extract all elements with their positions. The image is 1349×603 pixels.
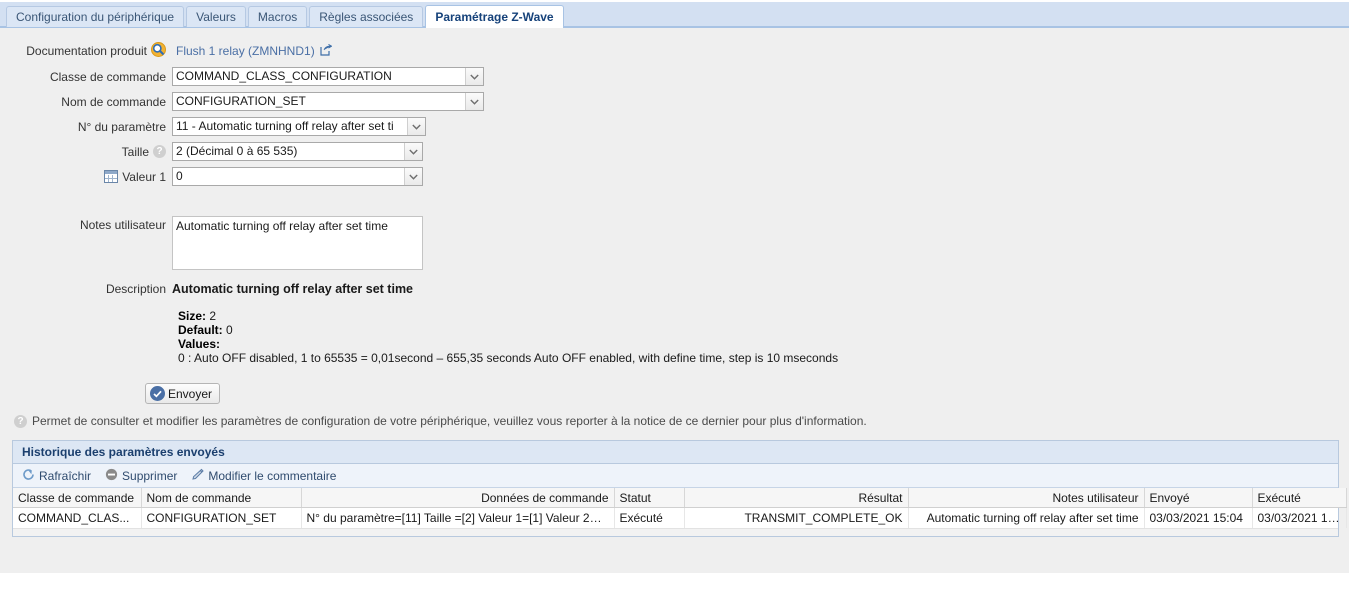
- size-row: Taille ? 2 (Décimal 0 à 65 535): [0, 142, 1349, 161]
- info-text: Permet de consulter et modifier les para…: [32, 414, 867, 428]
- tab-bar: Configuration du périphérique Valeurs Ma…: [0, 0, 1349, 28]
- chevron-down-icon[interactable]: [407, 118, 425, 135]
- chevron-down-icon[interactable]: [465, 68, 483, 85]
- chevron-down-icon[interactable]: [465, 93, 483, 110]
- refresh-icon: [22, 468, 35, 484]
- refresh-button[interactable]: Rafraîchir: [22, 468, 91, 484]
- check-icon: [150, 386, 165, 401]
- column-header-execute[interactable]: Exécuté: [1252, 488, 1347, 508]
- page-body: Documentation produit Flush 1 relay (ZMN…: [0, 28, 1349, 573]
- column-header-donnees[interactable]: Données de commande: [301, 488, 615, 508]
- info-help-icon: ?: [14, 414, 27, 428]
- description-row: Description Automatic turning off relay …: [0, 282, 1349, 296]
- chevron-down-icon[interactable]: [404, 143, 422, 160]
- chevron-down-icon[interactable]: [404, 168, 422, 185]
- history-table: Classe de commande Nom de commande Donné…: [13, 488, 1347, 528]
- description-size-line: Size: 2: [178, 309, 1349, 323]
- documentation-label: Documentation produit: [26, 44, 147, 58]
- edit-comment-label: Modifier le commentaire: [208, 468, 337, 483]
- external-link-icon: [320, 43, 333, 59]
- send-button-wrap: Envoyer: [145, 383, 1349, 404]
- tab-valeurs[interactable]: Valeurs: [186, 6, 246, 27]
- command-name-select[interactable]: CONFIGURATION_SET: [172, 92, 484, 111]
- parameter-number-label: N° du paramètre: [77, 119, 166, 134]
- description-default-value: 0: [226, 323, 233, 337]
- parameter-number-row: N° du paramètre 11 - Automatic turning o…: [0, 117, 1349, 136]
- refresh-label: Rafraîchir: [39, 468, 92, 483]
- cell-envoye: 03/03/2021 15:04: [1144, 507, 1253, 528]
- documentation-row: Documentation produit Flush 1 relay (ZMN…: [0, 42, 1349, 60]
- cell-notes: Automatic turning off relay after set ti…: [908, 507, 1145, 528]
- table-header-row: Classe de commande Nom de commande Donné…: [13, 488, 1347, 508]
- cell-classe: COMMAND_CLAS...: [13, 507, 142, 528]
- size-label: Taille: [121, 144, 149, 159]
- edit-icon: [191, 468, 205, 484]
- description-default-line: Default: 0: [178, 323, 1349, 337]
- cell-nom: CONFIGURATION_SET: [141, 507, 302, 528]
- value1-value: 0: [176, 169, 183, 183]
- column-header-nom[interactable]: Nom de commande: [141, 488, 302, 508]
- info-line: ? Permet de consulter et modifier les pa…: [14, 414, 1349, 428]
- description-values-line: Values:: [178, 337, 1349, 351]
- documentation-label-wrap: Documentation produit: [0, 42, 172, 60]
- tab-configuration-du-peripherique[interactable]: Configuration du périphérique: [6, 6, 185, 27]
- history-toolbar: Rafraîchir Supprimer Modifier le comment…: [13, 464, 1338, 488]
- command-name-label: Nom de commande: [61, 94, 166, 109]
- description-body: Size: 2 Default: 0 Values: 0 : Auto OFF …: [178, 309, 1349, 365]
- value1-row: Valeur 1 0: [0, 167, 1349, 186]
- delete-button[interactable]: Supprimer: [105, 468, 177, 484]
- table-grid-icon[interactable]: [104, 170, 119, 183]
- command-class-value: COMMAND_CLASS_CONFIGURATION: [176, 69, 392, 83]
- user-notes-textarea[interactable]: [172, 216, 423, 270]
- description-default-key: Default:: [178, 323, 223, 337]
- cell-donnees: N° du paramètre=[11] Taille =[2] Valeur …: [301, 507, 615, 528]
- description-size-value: 2: [209, 309, 217, 323]
- cell-statut: Exécuté: [614, 507, 685, 528]
- value1-select[interactable]: 0: [172, 167, 423, 186]
- description-values-text: 0 : Auto OFF disabled, 1 to 65535 = 0,01…: [178, 351, 839, 365]
- cell-resultat: TRANSMIT_COMPLETE_OK: [684, 507, 909, 528]
- product-doc-link-text: Flush 1 relay (ZMNHND1): [176, 44, 315, 58]
- description-title: Automatic turning off relay after set ti…: [172, 282, 414, 296]
- table-row[interactable]: COMMAND_CLAS... CONFIGURATION_SET N° du …: [13, 507, 1347, 528]
- user-notes-row: Notes utilisateur: [0, 216, 1349, 270]
- tab-macros[interactable]: Macros: [247, 6, 308, 27]
- edit-comment-button[interactable]: Modifier le commentaire: [191, 468, 336, 484]
- history-panel-footer: [13, 528, 1338, 536]
- description-values-key: Values:: [178, 337, 221, 351]
- history-panel-title: Historique des paramètres envoyés: [13, 441, 1338, 464]
- command-class-select[interactable]: COMMAND_CLASS_CONFIGURATION: [172, 67, 484, 86]
- history-panel: Historique des paramètres envoyés Rafraî…: [12, 440, 1347, 537]
- parameter-number-value: 11 - Automatic turning off relay after s…: [176, 119, 394, 133]
- size-select[interactable]: 2 (Décimal 0 à 65 535): [172, 142, 423, 161]
- send-button-label: Envoyer: [168, 386, 213, 401]
- cell-execute: 03/03/2021 15:04: [1252, 507, 1347, 528]
- column-header-resultat[interactable]: Résultat: [684, 488, 909, 508]
- column-header-envoye[interactable]: Envoyé: [1144, 488, 1253, 508]
- product-doc-icon: [151, 42, 166, 60]
- tab-parametrage-z-wave[interactable]: Paramétrage Z-Wave: [425, 5, 564, 28]
- value1-label-wrap: Valeur 1: [0, 170, 172, 184]
- command-class-label: Classe de commande: [49, 69, 166, 84]
- command-name-row: Nom de commande CONFIGURATION_SET: [0, 92, 1349, 111]
- delete-icon: [105, 468, 118, 484]
- help-icon[interactable]: ?: [153, 145, 166, 158]
- column-header-statut[interactable]: Statut: [614, 488, 685, 508]
- delete-label: Supprimer: [122, 468, 178, 483]
- product-doc-link[interactable]: Flush 1 relay (ZMNHND1): [172, 43, 333, 59]
- command-class-row: Classe de commande COMMAND_CLASS_CONFIGU…: [0, 67, 1349, 86]
- parameter-number-select[interactable]: 11 - Automatic turning off relay after s…: [172, 117, 426, 136]
- command-name-value: CONFIGURATION_SET: [176, 94, 306, 108]
- send-button[interactable]: Envoyer: [145, 383, 221, 404]
- description-label: Description: [105, 282, 166, 296]
- size-value: 2 (Décimal 0 à 65 535): [176, 144, 298, 158]
- column-header-notes[interactable]: Notes utilisateur: [908, 488, 1145, 508]
- size-label-wrap: Taille ?: [0, 145, 172, 159]
- value1-label: Valeur 1: [122, 169, 166, 184]
- description-size-key: Size:: [178, 309, 207, 323]
- column-header-classe[interactable]: Classe de commande: [13, 488, 142, 508]
- tab-regles-associees[interactable]: Règles associées: [309, 6, 424, 27]
- user-notes-label: Notes utilisateur: [79, 218, 166, 232]
